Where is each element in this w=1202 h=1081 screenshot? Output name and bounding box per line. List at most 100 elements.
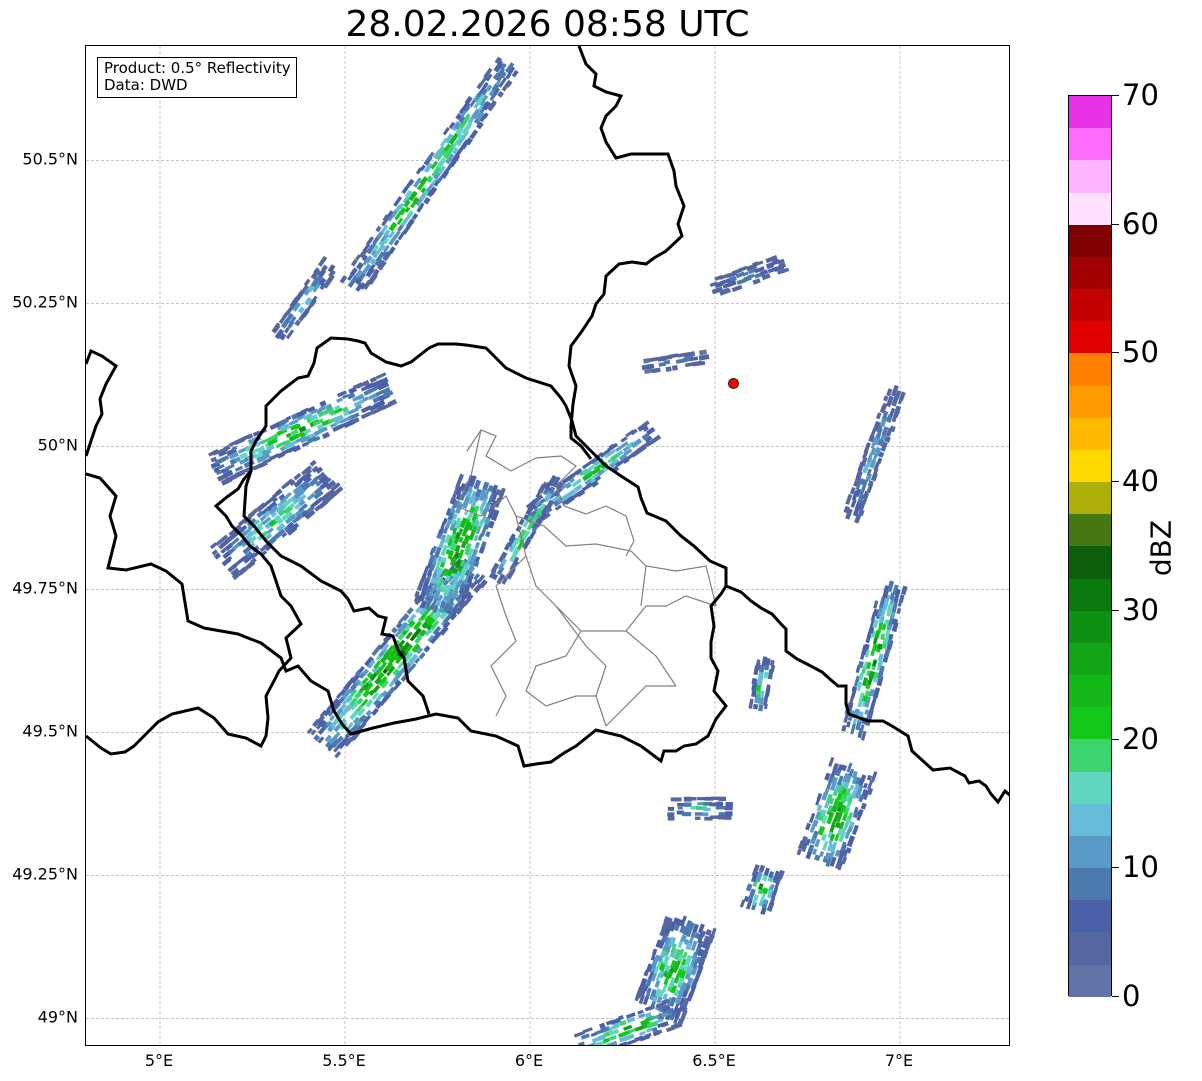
echo-pixel [703,807,711,812]
echo-pixel [896,607,902,615]
echo-pixel [225,463,235,471]
echo-cell [748,656,776,712]
echo-pixel [667,816,675,821]
echo-pixel [673,798,681,802]
y-tick-label: 50°N [37,435,78,455]
colorbar-segment [1069,707,1111,740]
colorbar-tick-label: 40 [1122,464,1159,499]
echo-pixel [857,808,864,817]
echo-pixel [748,698,754,709]
echo-pixel [473,534,479,542]
echo-pixel [339,274,348,284]
colorbar-segment [1069,932,1111,965]
colorbar-segment [1069,256,1111,290]
colorbar-segment [1069,835,1111,869]
echo-cell [339,56,519,292]
echo-pixel [852,718,858,725]
echo-pixel [724,806,733,811]
y-tick-label: 49.25°N [12,864,78,884]
echo-pixel [883,648,891,658]
colorbar-segment [1069,675,1111,708]
echo-pixel [828,756,835,767]
colorbar-segment [1069,449,1111,483]
map-canvas[interactable] [86,46,1010,1046]
echo-cell [843,384,906,524]
echo-pixel [757,676,764,686]
echo-pixel [406,607,414,615]
echo-pixel [356,261,364,271]
echo-pixel [668,353,679,359]
echo-pixel [670,1021,683,1030]
echo-cell [709,254,790,296]
colorbar-segment [1069,321,1111,354]
colorbar-tick-label: 60 [1122,206,1159,241]
echo-pixel [757,260,764,266]
x-tick-label: 5.5°E [322,1051,366,1070]
echo-pixel [849,784,855,791]
colorbar-segment [1069,803,1111,836]
country-border [567,46,686,460]
echo-pixel [683,796,692,802]
echo-pixel [752,278,761,285]
echo-pixel [387,399,398,407]
borders [86,46,1009,805]
radar-echoes [208,56,908,1045]
radar-site-marker [728,378,739,389]
echo-pixel [630,428,638,436]
echo-pixel [900,585,908,596]
colorbar-segment [1069,385,1111,418]
echo-pixel [796,848,802,856]
echo-pixel [850,723,856,735]
echo-pixel [716,801,724,807]
y-tick-label: 50.25°N [12,292,78,312]
echo-pixel [860,774,867,783]
colorbar-tick [1112,352,1119,354]
echo-cell [841,580,908,741]
echo-pixel [898,594,905,603]
colorbar-segment [1069,514,1111,547]
echo-pixel [336,397,344,403]
colorbar-segment [1069,642,1111,676]
echo-pixel [442,127,450,136]
colorbar-segment [1069,610,1111,643]
echo-pixel [724,815,732,820]
colorbar-segment [1069,192,1111,225]
colorbar-segment [1069,900,1111,933]
map-area[interactable] [85,45,1010,1046]
echo-pixel [888,633,894,640]
echo-pixel [701,812,709,817]
colorbar-tick-label: 30 [1122,592,1159,627]
echo-pixel [650,434,662,445]
echo-pixel [660,1021,669,1028]
echo-pixel [303,278,311,287]
echo-pixel [665,366,672,372]
echo-pixel [870,649,875,657]
echo-pixel [690,797,697,801]
echo-pixel [876,457,883,465]
product-label: Product: 0.5° Reflectivity [104,59,291,77]
x-tick-label: 7°E [884,1051,914,1070]
echo-pixel [763,671,769,679]
echo-cell [573,998,683,1045]
echo-pixel [648,356,660,363]
colorbar-segment [1069,289,1111,322]
echo-pixel [292,444,302,453]
echo-pixel [365,709,373,717]
echo-pixel [309,459,317,467]
echo-pixel [738,265,748,272]
echo-pixel [609,1035,617,1041]
echo-pixel [654,979,661,988]
country-border [242,470,1009,805]
colorbar-tick-label: 20 [1122,721,1159,756]
colorbar-tick [1112,996,1119,997]
product-info-box: Product: 0.5° Reflectivity Data: DWD [97,57,297,98]
colorbar-tick [1112,738,1119,740]
echo-pixel [725,802,733,807]
echo-pixel [626,1039,637,1045]
colorbar-segment [1069,224,1111,257]
echo-pixel [751,677,758,685]
colorbar-segment [1069,482,1111,515]
x-tick-label: 5°E [144,1051,174,1070]
echo-pixel [647,1005,654,1011]
echo-pixel [865,442,871,449]
